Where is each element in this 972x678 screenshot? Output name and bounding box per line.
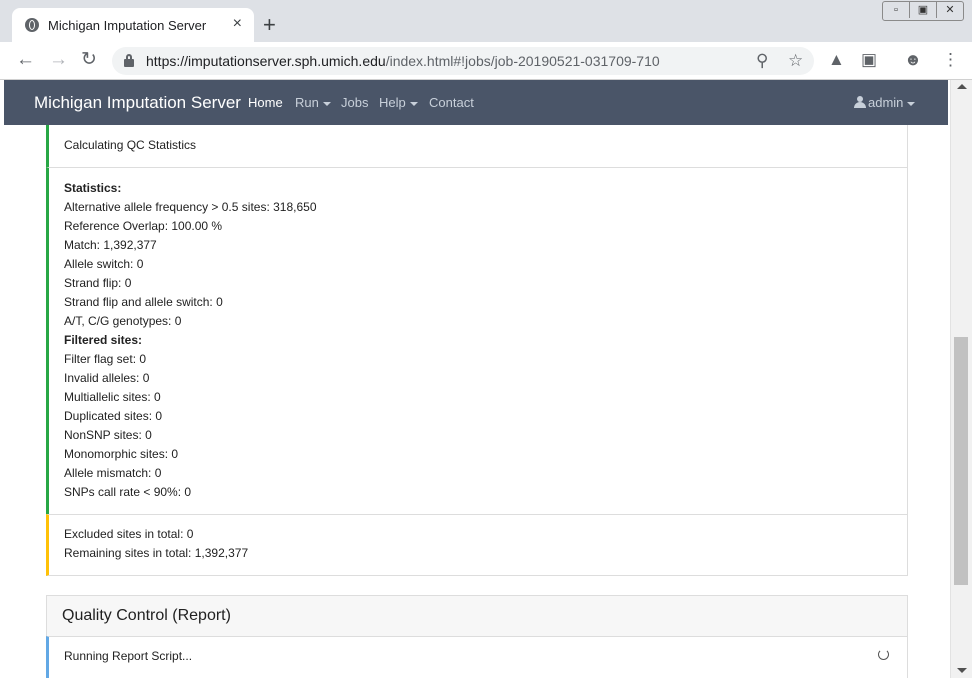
statistics-line: Filter flag set: 0 (64, 352, 147, 366)
statistics-line: Multiallelic sites: 0 (64, 390, 161, 404)
nav-home[interactable]: Home (248, 95, 283, 110)
back-arrow-icon[interactable]: ← (16, 50, 35, 70)
summary-line: Remaining sites in total: 1,392,377 (64, 546, 249, 560)
statistics-line: SNPs call rate < 90%: 0 (64, 485, 192, 499)
scroll-down-arrow-icon[interactable] (957, 668, 967, 673)
statistics-section-heading: Filtered sites: (64, 333, 143, 347)
window-controls: ▫ ▣ ✕ (882, 1, 964, 21)
qc-step-statistics: Statistics: Alternative allele frequency … (46, 167, 908, 515)
forward-arrow-icon[interactable]: → (49, 50, 68, 70)
statistics-line: A/T, C/G genotypes: 0 (64, 314, 182, 328)
statistics-line: Strand flip and allele switch: 0 (64, 295, 223, 309)
report-title: Quality Control (Report) (62, 607, 231, 624)
scrollbar-thumb[interactable] (954, 337, 968, 585)
statistics-line: Reference Overlap: 100.00 % (64, 219, 223, 233)
loading-spinner-icon (878, 649, 889, 660)
globe-icon (25, 18, 39, 32)
nav-help[interactable]: Help (379, 95, 418, 110)
caret-down-icon (907, 101, 916, 106)
profile-icon[interactable]: ☻ (904, 50, 922, 70)
qc-step-summary: Excluded sites in total: 0 Remaining site… (46, 514, 908, 576)
browser-toolbar: ← → ↻ https://imputationserver.sph.umich… (0, 42, 972, 80)
summary-line: Excluded sites in total: 0 (64, 527, 194, 541)
user-icon (854, 96, 866, 108)
page-scrollbar[interactable] (950, 80, 972, 678)
statistics-line: Invalid alleles: 0 (64, 371, 150, 385)
statistics-line: Allele mismatch: 0 (64, 466, 162, 480)
statistics-list: Statistics: Alternative allele frequency … (64, 179, 317, 502)
statistics-line: Duplicated sites: 0 (64, 409, 163, 423)
maximize-icon[interactable]: ▣ (909, 2, 936, 18)
scroll-up-arrow-icon[interactable] (957, 84, 967, 89)
report-step: Running Report Script... (46, 636, 908, 678)
drive-extension-icon[interactable]: ▲ (828, 50, 845, 70)
close-window-icon[interactable]: ✕ (936, 2, 963, 18)
report-card-header: Quality Control (Report) (46, 595, 908, 637)
close-tab-icon[interactable]: × (233, 15, 242, 33)
lock-icon (124, 54, 134, 68)
app-navbar: Michigan Imputation Server Home Run Jobs… (4, 80, 948, 125)
nav-jobs[interactable]: Jobs (341, 95, 368, 110)
statistics-line: Allele switch: 0 (64, 257, 144, 271)
page-content: Calculating QC Statistics Statistics: Alt… (4, 125, 948, 678)
statistics-line: Alternative allele frequency > 0.5 sites… (64, 200, 317, 214)
step-message: Calculating QC Statistics (64, 138, 197, 152)
report-status: Running Report Script... (64, 649, 193, 663)
nav-run[interactable]: Run (295, 95, 331, 110)
statistics-line: Match: 1,392,377 (64, 238, 157, 252)
new-tab-button[interactable]: + (263, 14, 276, 36)
browser-tab[interactable]: Michigan Imputation Server × (12, 8, 254, 42)
url-text[interactable]: https://imputationserver.sph.umich.edu/i… (146, 53, 660, 69)
zoom-out-icon[interactable]: ⚲ (756, 50, 768, 72)
browser-tab-strip: Michigan Imputation Server × + ▫ ▣ ✕ (0, 0, 972, 42)
bookmark-star-icon[interactable]: ☆ (788, 50, 803, 72)
qc-step-calculating: Calculating QC Statistics (46, 125, 908, 168)
statistics-line: Monomorphic sites: 0 (64, 447, 179, 461)
brand-logo-text[interactable]: Michigan Imputation Server (34, 93, 241, 113)
tab-title: Michigan Imputation Server (48, 18, 207, 33)
statistics-section-heading: Statistics: (64, 181, 122, 195)
statistics-line: NonSNP sites: 0 (64, 428, 152, 442)
summary-list: Excluded sites in total: 0 Remaining site… (64, 525, 248, 563)
reload-icon[interactable]: ↻ (81, 50, 97, 70)
bag-extension-icon[interactable]: ▣ (861, 50, 877, 70)
address-bar[interactable]: https://imputationserver.sph.umich.edu/i… (112, 47, 814, 75)
user-menu[interactable]: admin (854, 95, 916, 110)
caret-down-icon (322, 101, 331, 106)
minimize-icon[interactable]: ▫ (883, 2, 909, 18)
statistics-line: Strand flip: 0 (64, 276, 132, 290)
nav-contact[interactable]: Contact (429, 95, 474, 110)
menu-dots-icon[interactable]: ⋮ (942, 50, 959, 70)
caret-down-icon (409, 101, 418, 106)
